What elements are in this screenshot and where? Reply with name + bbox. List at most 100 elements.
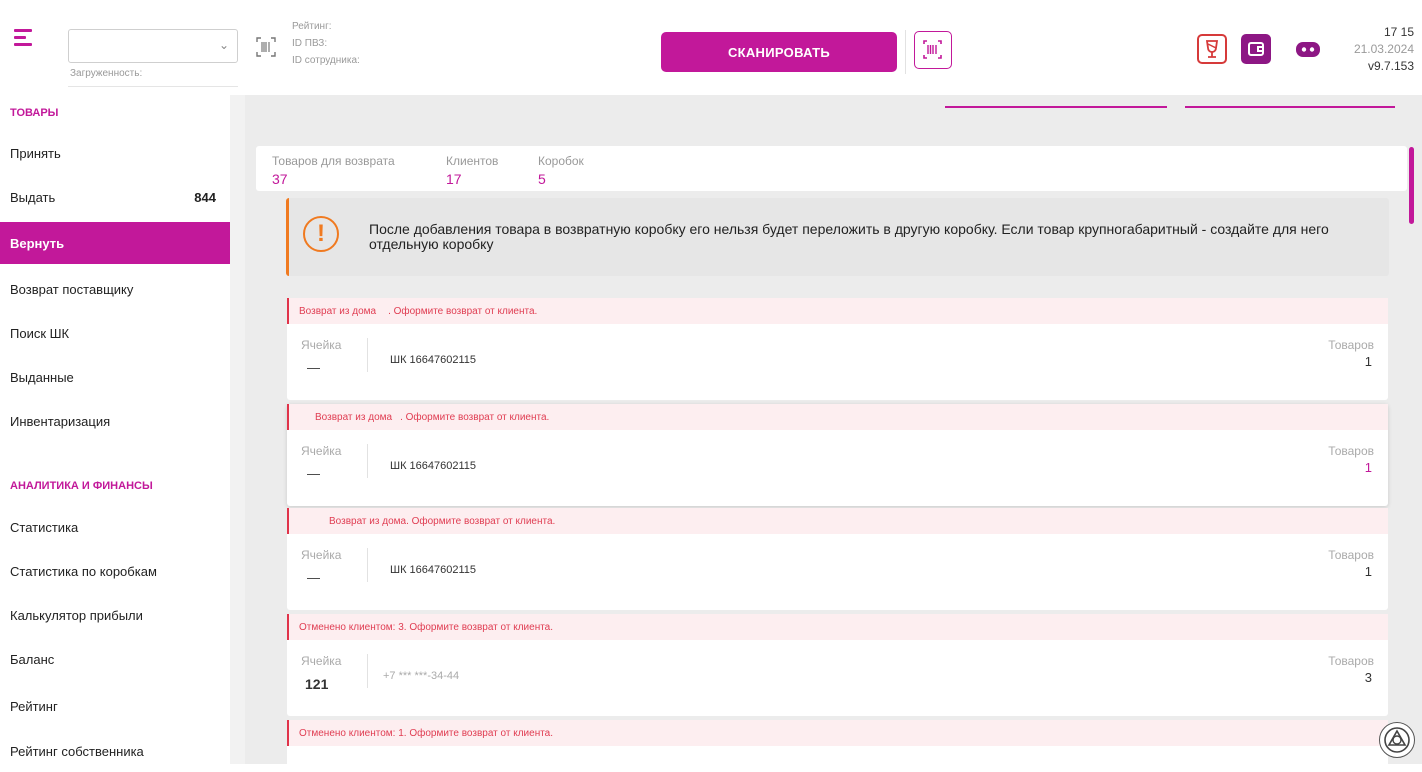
stat-value: 5 xyxy=(538,171,546,187)
sidebar-item-supplier-return[interactable]: Возврат поставщику xyxy=(0,268,230,310)
card-header-type: Возврат из дома xyxy=(299,305,377,317)
barcode-text: ШК 16647602115 xyxy=(390,564,477,576)
sidebar-item-issued[interactable]: Выданные xyxy=(0,356,230,398)
main-content: Товаров для возврата 37 Клиентов 17 Коро… xyxy=(245,95,1422,764)
wine-glass-icon xyxy=(1205,40,1219,58)
user-barcode-icon[interactable] xyxy=(256,37,276,57)
barcode-text: ШК 16647602115 xyxy=(390,460,477,472)
goods-label: Товаров xyxy=(1328,338,1374,352)
card-header: Возврат из дома . Оформите возврат от кл… xyxy=(287,508,1388,534)
employee-info: Рейтинг: ID ПВЗ: ID сотрудника: xyxy=(292,18,360,69)
sidebar-item-barcode-search[interactable]: Поиск ШК xyxy=(0,312,230,354)
cell-divider xyxy=(367,338,368,372)
cell-label: Ячейка xyxy=(301,338,342,352)
sidebar-item-balance[interactable]: Баланс xyxy=(0,638,230,680)
load-label: Загруженность: xyxy=(70,68,143,79)
sidebar-item-label: Баланс xyxy=(10,651,55,667)
summary-card: Товаров для возврата 37 Клиентов 17 Коро… xyxy=(256,146,1407,191)
card-body: Ячейка 121 +7 *** ***-34-44 Товаров 3 xyxy=(287,640,1388,716)
card-header-type: Возврат из дома xyxy=(329,515,407,527)
client-phone: +7 *** ***-34-44 xyxy=(383,670,460,682)
chevron-down-icon: ⌄ xyxy=(218,38,229,52)
cell-label: Ячейка xyxy=(301,654,342,668)
cell-value: — xyxy=(307,360,320,375)
help-button[interactable] xyxy=(1379,722,1415,758)
cell-value: — xyxy=(307,570,320,585)
time-text: 17 15 xyxy=(1383,25,1414,39)
sidebar-gutter xyxy=(230,95,245,764)
card-header: Отменено клиентом: 3. Оформите возврат о… xyxy=(287,614,1388,640)
return-card[interactable]: Отменено клиентом: 1. Оформите возврат о… xyxy=(287,720,1388,764)
return-card[interactable]: Возврат из дома . Оформите возврат от кл… xyxy=(287,508,1388,610)
goods-label: Товаров xyxy=(1328,654,1374,668)
cell-divider xyxy=(367,444,368,478)
card-body: Ячейка — ШК 16647602115 Товаров 1 xyxy=(287,534,1388,610)
sidebar-item-label: Инвентаризация xyxy=(10,413,111,429)
tab-indicator[interactable] xyxy=(1185,106,1395,108)
goods-label: Товаров xyxy=(1328,444,1374,458)
version-text: v9.7.153 xyxy=(1367,59,1414,73)
goods-count: 3 xyxy=(1364,670,1372,685)
sidebar-item-box-statistics[interactable]: Статистика по коробкам xyxy=(0,550,230,592)
sidebar-item-label: Рейтинг собственника xyxy=(10,743,144,759)
sidebar-item-label: Статистика xyxy=(10,519,79,535)
stat-value: 17 xyxy=(446,171,462,187)
menu-icon[interactable] xyxy=(14,29,36,49)
card-header-type: Отменено клиентом: 3. Оформите возврат о… xyxy=(299,621,554,633)
scrollbar-thumb[interactable] xyxy=(1409,147,1414,224)
assistant-logo-icon xyxy=(1384,727,1410,753)
return-card[interactable]: Возврат из дома . Оформите возврат от кл… xyxy=(287,404,1388,506)
top-bar: ⌄ Загруженность: Рейтинг: ID ПВЗ: ID сот… xyxy=(0,0,1422,95)
warning-text: После добавления товара в возвратную кор… xyxy=(369,221,1329,252)
card-body: Ячейка — ШК 16647602115 Товаров 1 xyxy=(287,324,1388,400)
sidebar-item-accept[interactable]: Принять xyxy=(0,132,230,174)
barcode-scan-button[interactable] xyxy=(914,31,952,69)
card-header-type: Отменено клиентом: 1. Оформите возврат о… xyxy=(299,727,554,739)
wine-glass-button[interactable] xyxy=(1197,34,1227,64)
sidebar-item-label: Поиск ШК xyxy=(10,325,70,341)
cell-divider xyxy=(367,654,368,688)
sidebar-item-issue[interactable]: Выдать 844 xyxy=(0,176,230,218)
stat-label: Коробок xyxy=(538,154,584,168)
chat-button[interactable] xyxy=(1293,34,1323,64)
card-header: Возврат из дома . Оформите возврат от кл… xyxy=(287,404,1388,430)
sidebar: ТОВАРЫ Принять Выдать 844 Вернуть Возвра… xyxy=(0,95,230,764)
cell-label: Ячейка xyxy=(301,548,342,562)
cell-label: Ячейка xyxy=(301,444,342,458)
stat-clients: Клиентов 17 xyxy=(446,154,498,187)
sidebar-item-owner-rating[interactable]: Рейтинг собственника xyxy=(0,730,230,772)
sidebar-item-label: Выданные xyxy=(10,369,74,385)
return-card[interactable]: Отменено клиентом: 3. Оформите возврат о… xyxy=(287,614,1388,716)
warning-icon: ! xyxy=(303,216,339,252)
scan-button[interactable]: СКАНИРОВАТЬ xyxy=(661,32,897,72)
barcode-icon xyxy=(923,40,942,59)
card-header-hint: . Оформите возврат от клиента. xyxy=(388,305,538,317)
issue-count-badge: 844 xyxy=(194,189,216,205)
sidebar-item-rating[interactable]: Рейтинг xyxy=(0,685,230,727)
card-header-hint: . Оформите возврат от клиента. xyxy=(406,515,556,527)
pvz-select[interactable]: ⌄ xyxy=(68,29,238,63)
stat-value: 37 xyxy=(272,171,288,187)
card-header: Возврат из дома . Оформите возврат от кл… xyxy=(287,298,1388,324)
tab-indicator[interactable] xyxy=(945,106,1167,108)
date-text: 21.03.2024 xyxy=(1353,42,1414,56)
header-divider xyxy=(905,30,906,74)
sidebar-item-label: Рейтинг xyxy=(10,698,58,714)
warning-banner: ! После добавления товара в возвратную к… xyxy=(286,198,1389,276)
chat-bot-icon xyxy=(1296,42,1320,57)
card-body: Ячейка — ШК 16647602115 Товаров 1 xyxy=(287,430,1388,506)
sidebar-item-statistics[interactable]: Статистика xyxy=(0,506,230,548)
cell-value: 121 xyxy=(305,676,329,692)
wallet-icon xyxy=(1248,42,1264,56)
return-card[interactable]: Возврат из дома . Оформите возврат от кл… xyxy=(287,298,1388,400)
section-analytics-title: АНАЛИТИКА И ФИНАНСЫ xyxy=(10,480,153,492)
pvz-id-label: ID ПВЗ: xyxy=(292,38,328,49)
cell-divider xyxy=(367,548,368,582)
goods-count: 1 xyxy=(1364,354,1372,369)
clock: 17 15 21.03.2024 v9.7.153 xyxy=(1354,24,1414,75)
wallet-button[interactable] xyxy=(1241,34,1271,64)
sidebar-item-inventory[interactable]: Инвентаризация xyxy=(0,400,230,442)
card-header: Отменено клиентом: 1. Оформите возврат о… xyxy=(287,720,1388,746)
sidebar-item-return[interactable]: Вернуть xyxy=(0,222,230,264)
sidebar-item-profit-calculator[interactable]: Калькулятор прибыли xyxy=(0,594,230,636)
